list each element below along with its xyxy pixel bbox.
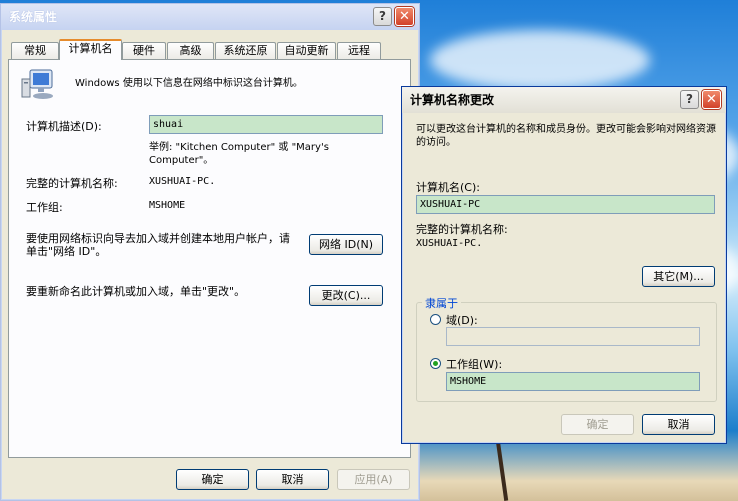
rename-text: 要重新命名此计算机或加入域，单击"更改"。 — [26, 285, 246, 298]
member-of-label: 隶属于 — [422, 295, 461, 311]
computer-name-input[interactable]: XUSHUAI-PC — [416, 195, 715, 214]
tab-system-restore[interactable]: 系统还原 — [215, 42, 276, 59]
dialog-cancel-button[interactable]: 取消 — [642, 414, 715, 435]
dialog-intro-text: 可以更改这台计算机的名称和成员身份。更改可能会影响对网络资源的访问。 — [416, 124, 716, 148]
dialog-workgroup-label: 工作组(W): — [446, 358, 503, 371]
title-bar[interactable]: 系统属性 — [1, 4, 419, 30]
computer-description-label: 计算机描述(D): — [26, 120, 102, 133]
computer-name-changes-dialog: 计算机名称更改 ? ✕ 可以更改这台计算机的名称和成员身份。更改可能会影响对网络… — [401, 86, 727, 444]
cancel-button[interactable]: 取消 — [256, 469, 329, 490]
tab-computer-name[interactable]: 计算机名 — [59, 39, 122, 60]
tab-general[interactable]: 常规 — [11, 42, 59, 59]
computer-description-input[interactable]: shuai — [149, 115, 383, 134]
change-button[interactable]: 更改(C)... — [309, 285, 383, 306]
domain-radio[interactable] — [430, 314, 441, 325]
full-computer-name-label: 完整的计算机名称: — [26, 177, 118, 190]
tab-remote[interactable]: 远程 — [337, 42, 381, 59]
workgroup-radio[interactable] — [430, 358, 441, 369]
full-computer-name-value: XUSHUAI-PC. — [149, 176, 216, 187]
computer-name-label: 计算机名(C): — [416, 181, 480, 194]
cloud — [430, 30, 650, 90]
dialog-ok-button[interactable]: 确定 — [561, 414, 634, 435]
intro-text: Windows 使用以下信息在网络中标识这台计算机。 — [75, 78, 303, 89]
apply-button[interactable]: 应用(A) — [337, 469, 410, 490]
tab-hardware[interactable]: 硬件 — [122, 42, 166, 59]
tab-auto-update[interactable]: 自动更新 — [277, 42, 336, 59]
dialog-title-bar[interactable]: 计算机名称更改 — [402, 87, 726, 113]
window-title: 系统属性 — [9, 10, 58, 24]
network-id-button[interactable]: 网络 ID(N) — [309, 234, 383, 255]
computer-icon — [21, 69, 53, 99]
tab-panel: Windows 使用以下信息在网络中标识这台计算机。 计算机描述(D): shu… — [8, 59, 411, 458]
dialog-full-name-label: 完整的计算机名称: — [416, 223, 508, 236]
close-button[interactable]: ✕ — [395, 7, 414, 26]
tab-advanced[interactable]: 高级 — [167, 42, 214, 59]
domain-label: 域(D): — [446, 314, 478, 327]
dialog-help-button[interactable]: ? — [680, 90, 699, 109]
help-button[interactable]: ? — [373, 7, 392, 26]
more-button[interactable]: 其它(M)... — [642, 266, 715, 287]
network-id-text: 要使用网络标识向导去加入域并创建本地用户帐户，请单击"网络 ID"。 — [26, 232, 290, 258]
dialog-full-name-value: XUSHUAI-PC. — [416, 238, 483, 249]
dialog-title: 计算机名称更改 — [410, 93, 495, 107]
workgroup-value: MSHOME — [149, 200, 186, 211]
workgroup-input[interactable]: MSHOME — [446, 372, 700, 391]
system-properties-window: 系统属性 ? ✕ 常规 计算机名 硬件 高级 系统还原 自动更新 远程 Wind… — [0, 3, 420, 501]
example-text: 举例: "Kitchen Computer" 或 "Mary's Compute… — [149, 142, 329, 166]
ok-button[interactable]: 确定 — [176, 469, 249, 490]
dialog-close-button[interactable]: ✕ — [702, 90, 721, 109]
workgroup-label: 工作组: — [26, 201, 63, 214]
domain-input[interactable] — [446, 327, 700, 346]
